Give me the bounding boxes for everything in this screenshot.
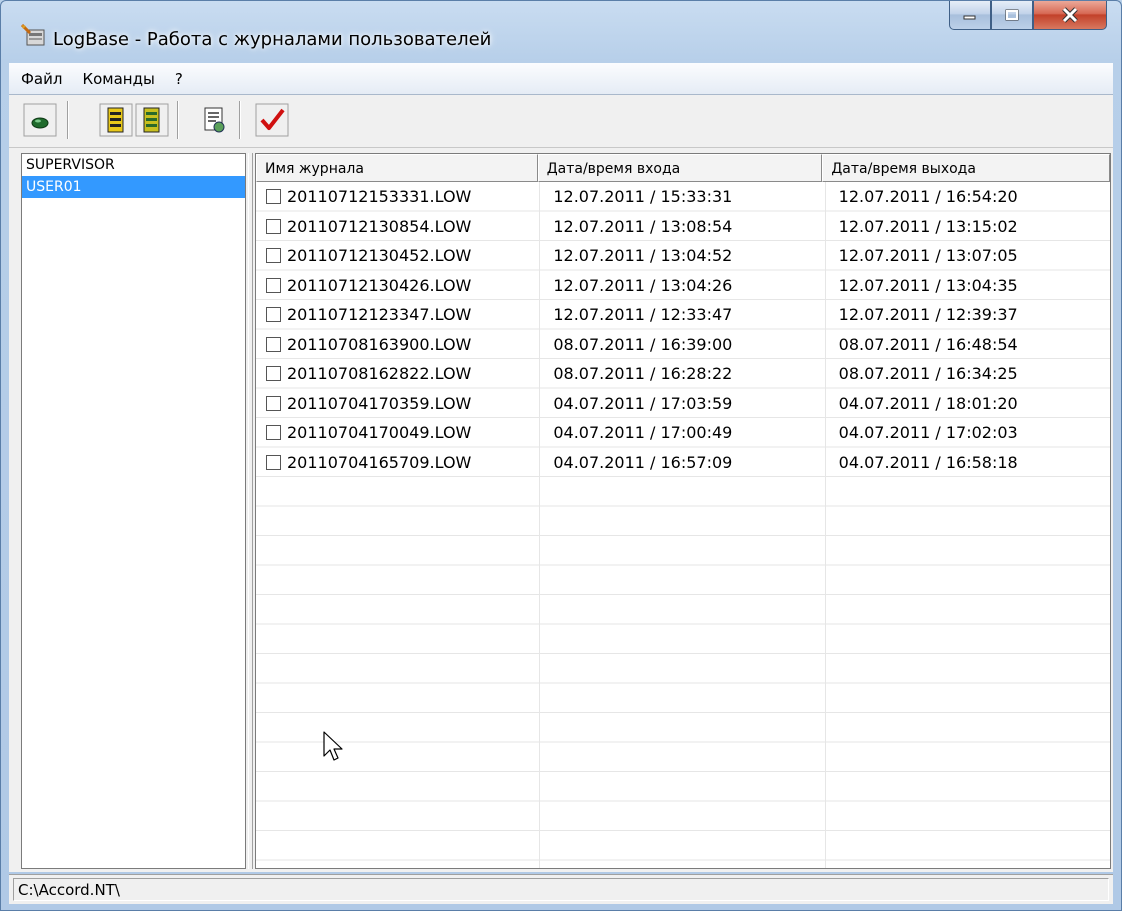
table-row[interactable]: 20110712130452.LOW 12.07.2011 / 13:04:52…: [256, 241, 1110, 271]
app-icon[interactable]: [21, 24, 45, 46]
toolbar: [9, 95, 1113, 148]
toolbar-separator: [177, 101, 179, 139]
content-area: SUPERVISOR USER01 Имя журнала Дата/время…: [9, 148, 1113, 872]
row-checkbox[interactable]: [266, 454, 281, 470]
logout-time: 12.07.2011 / 12:39:37: [838, 305, 1018, 325]
splitter[interactable]: [248, 153, 253, 869]
close-button[interactable]: [1033, 1, 1107, 30]
logout-time: 04.07.2011 / 17:02:03: [838, 423, 1018, 443]
logout-time: 12.07.2011 / 13:04:35: [838, 275, 1018, 295]
column-header-log-name[interactable]: Имя журнала: [256, 154, 538, 182]
log-name: 20110704165709.LOW: [287, 452, 472, 472]
logout-time: 04.07.2011 / 18:01:20: [838, 393, 1018, 413]
caption-buttons: [949, 1, 1107, 31]
log-name: 20110712130426.LOW: [287, 275, 472, 295]
login-time: 12.07.2011 / 13:08:54: [553, 216, 733, 236]
table-row[interactable]: 20110704170359.LOW 04.07.2011 / 17:03:59…: [256, 389, 1110, 419]
login-time: 12.07.2011 / 13:04:26: [553, 275, 733, 295]
properties-button[interactable]: [197, 103, 231, 137]
table-row[interactable]: 20110712123347.LOW 12.07.2011 / 12:33:47…: [256, 300, 1110, 330]
log-rows: 20110712153331.LOW 12.07.2011 / 15:33:31…: [256, 182, 1110, 478]
login-time: 08.07.2011 / 16:28:22: [553, 364, 733, 384]
menu-file[interactable]: Файл: [13, 67, 70, 91]
login-time: 12.07.2011 / 13:04:52: [553, 246, 733, 266]
table-row[interactable]: 20110708162822.LOW 08.07.2011 / 16:28:22…: [256, 359, 1110, 389]
database-button[interactable]: [99, 103, 133, 137]
minimize-button[interactable]: [949, 1, 991, 30]
user-item-supervisor[interactable]: SUPERVISOR: [22, 154, 245, 176]
close-icon: [1062, 7, 1078, 23]
open-button[interactable]: [23, 103, 57, 137]
row-checkbox[interactable]: [266, 336, 281, 352]
table-row[interactable]: 20110712130854.LOW 12.07.2011 / 13:08:54…: [256, 212, 1110, 242]
row-checkbox[interactable]: [266, 307, 281, 323]
row-checkbox[interactable]: [266, 366, 281, 382]
login-time: 04.07.2011 / 16:57:09: [553, 452, 733, 472]
logout-time: 08.07.2011 / 16:34:25: [838, 364, 1018, 384]
menu-help[interactable]: ?: [167, 67, 191, 91]
logout-time: 12.07.2011 / 16:54:20: [838, 187, 1018, 207]
log-name: 20110708163900.LOW: [287, 334, 472, 354]
row-checkbox[interactable]: [266, 425, 281, 441]
menu-bar: Файл Команды ?: [9, 63, 1113, 95]
table-row[interactable]: 20110712130426.LOW 12.07.2011 / 13:04:26…: [256, 271, 1110, 301]
log-name: 20110704170359.LOW: [287, 393, 472, 413]
window-title: LogBase - Работа с журналами пользовател…: [53, 29, 492, 50]
table-row[interactable]: 20110704165709.LOW 04.07.2011 / 16:57:09…: [256, 448, 1110, 478]
row-checkbox[interactable]: [266, 218, 281, 234]
database-pair-icon: [135, 103, 169, 137]
database-icon: [99, 103, 133, 137]
minimize-icon: [963, 15, 976, 20]
toolbar-separator: [239, 101, 241, 139]
logout-time: 08.07.2011 / 16:48:54: [838, 334, 1018, 354]
user-list[interactable]: SUPERVISOR USER01: [21, 153, 246, 869]
log-name: 20110708162822.LOW: [287, 364, 472, 384]
row-checkbox[interactable]: [266, 277, 281, 293]
row-checkbox[interactable]: [266, 189, 281, 205]
login-time: 04.07.2011 / 17:03:59: [553, 393, 733, 413]
open-folder-icon: [23, 103, 57, 137]
log-name: 20110712130452.LOW: [287, 246, 472, 266]
log-name: 20110712153331.LOW: [287, 187, 472, 207]
toolbar-separator: [67, 101, 69, 139]
logout-time: 12.07.2011 / 13:15:02: [838, 216, 1018, 236]
table-row[interactable]: 20110708163900.LOW 08.07.2011 / 16:39:00…: [256, 330, 1110, 360]
row-checkbox[interactable]: [266, 395, 281, 411]
login-time: 08.07.2011 / 16:39:00: [553, 334, 733, 354]
app-window: LogBase - Работа с журналами пользовател…: [0, 0, 1122, 911]
checkmark-icon: [255, 103, 289, 137]
status-path: C:\Accord.NT\: [13, 878, 1109, 901]
confirm-button[interactable]: [255, 103, 289, 137]
login-time: 04.07.2011 / 17:00:49: [553, 423, 733, 443]
log-name: 20110712130854.LOW: [287, 216, 472, 236]
title-bar[interactable]: LogBase - Работа с журналами пользовател…: [1, 1, 1121, 63]
document-properties-icon: [204, 107, 225, 133]
logout-time: 04.07.2011 / 16:58:18: [838, 452, 1018, 472]
column-header-logout-time[interactable]: Дата/время выхода: [822, 154, 1110, 182]
maximize-button[interactable]: [991, 1, 1033, 30]
database-pair-button[interactable]: [135, 103, 169, 137]
maximize-icon: [1005, 9, 1019, 21]
log-name: 20110704170049.LOW: [287, 423, 472, 443]
log-list[interactable]: Имя журнала Дата/время входа Дата/время …: [255, 153, 1111, 869]
table-row[interactable]: 20110704170049.LOW 04.07.2011 / 17:00:49…: [256, 418, 1110, 448]
logout-time: 12.07.2011 / 13:07:05: [838, 246, 1018, 266]
menu-commands[interactable]: Команды: [74, 67, 162, 91]
column-header-login-time[interactable]: Дата/время входа: [537, 154, 823, 182]
table-row[interactable]: 20110712153331.LOW 12.07.2011 / 15:33:31…: [256, 182, 1110, 212]
log-name: 20110712123347.LOW: [287, 305, 472, 325]
login-time: 12.07.2011 / 15:33:31: [553, 187, 733, 207]
row-checkbox[interactable]: [266, 248, 281, 264]
user-item-user01[interactable]: USER01: [22, 176, 245, 198]
status-bar: C:\Accord.NT\: [9, 874, 1113, 904]
mouse-cursor-icon: [323, 731, 343, 761]
login-time: 12.07.2011 / 12:33:47: [553, 305, 733, 325]
log-list-header: Имя журнала Дата/время входа Дата/время …: [256, 154, 1110, 182]
